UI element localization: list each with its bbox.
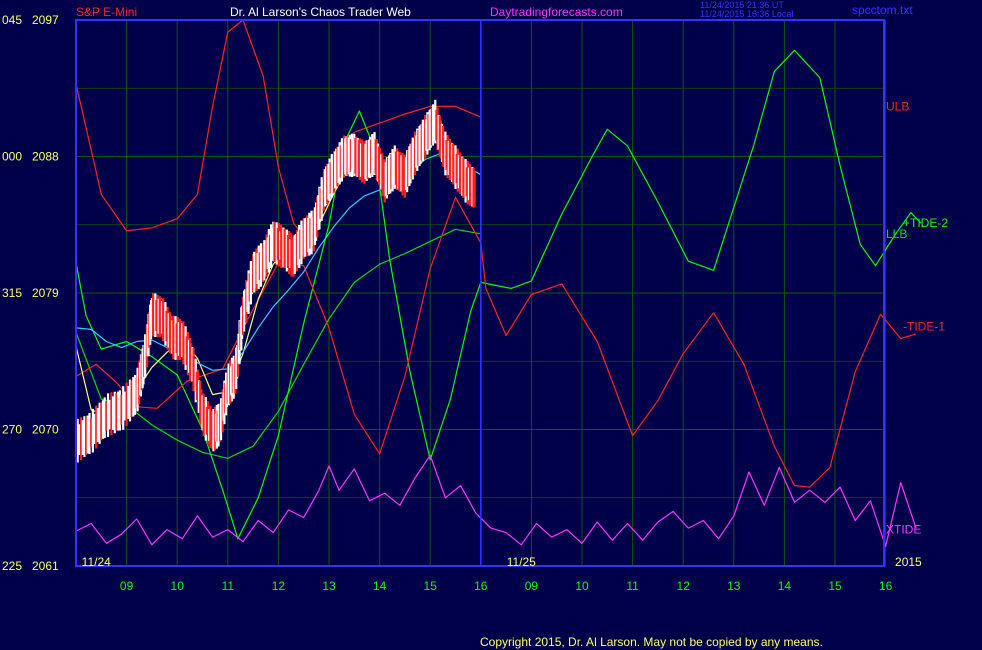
y-tick-label-left: 270 [2,423,22,437]
y-tick-label-left: 000 [2,150,22,164]
y-tick-label: 2097 [32,13,59,27]
y-tick-label-left: 315 [2,286,22,300]
x-tick-label: 10 [575,579,589,593]
legend-label: XTIDE [886,523,921,537]
site-label: Daytradingforecasts.com [490,5,623,19]
date-label: 2015 [895,555,922,569]
y-tick-label: 2088 [32,150,59,164]
symbol-label: S&P E-Mini [76,5,137,19]
y-tick-label-left: 045 [2,13,22,27]
y-tick-label: 2079 [32,286,59,300]
y-tick-label-left: 225 [2,559,22,573]
series-line-xtide [75,454,917,547]
legend-label: +TIDE-2 [903,216,948,230]
price-bars [74,99,476,463]
x-tick-label: 12 [677,579,691,593]
x-tick-label: 12 [272,579,286,593]
x-tick-label: 14 [373,579,387,593]
date-label: 11/25 [507,555,536,569]
series-line--tide-2 [75,49,922,540]
x-tick-label: 13 [727,579,741,593]
chart-title: Dr. Al Larson's Chaos Trader Web [230,5,411,19]
x-tick-label: 16 [879,579,893,593]
y-tick-label: 2061 [32,559,59,573]
x-tick-label: 10 [171,579,185,593]
x-tick-label: 11 [222,579,235,593]
copyright: Copyright 2015, Dr. Al Larson. May not b… [480,635,823,649]
x-tick-label: 15 [828,579,842,593]
series-line--tide-1 [75,196,917,488]
series-group [75,19,922,547]
x-tick-label: 16 [474,579,488,593]
x-tick-label: 09 [525,579,539,593]
x-tick-label: 09 [120,579,134,593]
x-tick-label: 11 [626,579,639,593]
x-tick-label: 14 [778,579,792,593]
chaos-chart: 09 10 11 12 13 14 15 16 09 10 11 12 13 14 15 16 045 2097 0… [2,0,948,649]
legend-label: ULB [886,99,909,113]
date-label: 11/24 [82,555,111,569]
x-tick-label: 13 [322,579,336,593]
x-tick-label: 15 [424,579,438,593]
time-local: 11/24/2015 16:36 Local [700,9,793,19]
legend-label: -TIDE-1 [903,319,945,333]
legend: ULBLLB+TIDE-2-TIDE-1XTIDE [886,99,948,536]
y-tick-label: 2070 [32,423,59,437]
filename-label: spcctom.txt [852,3,913,17]
